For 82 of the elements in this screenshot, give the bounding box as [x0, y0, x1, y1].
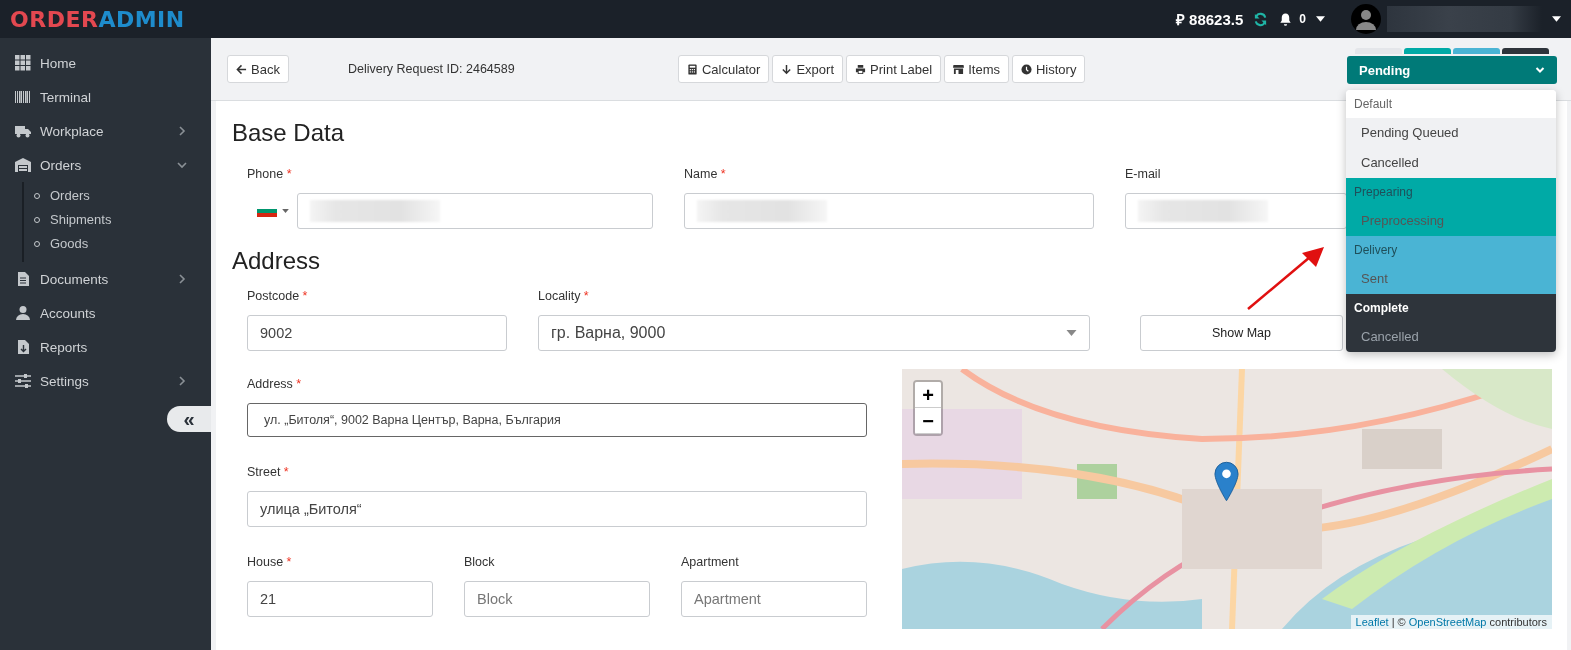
menu-item[interactable]: Pending Queued	[1346, 118, 1556, 148]
attribution-separator: | ©	[1391, 616, 1406, 628]
sidebar-item[interactable]: Orders	[0, 148, 211, 182]
user-icon	[15, 305, 31, 321]
block-field[interactable]: Block	[464, 581, 650, 617]
sidebar-subitem[interactable]: Goods	[24, 232, 211, 256]
menu-item[interactable]: Cancelled	[1346, 322, 1556, 352]
report-icon	[15, 339, 31, 355]
openstreetmap-link[interactable]: OpenStreetMap	[1408, 616, 1487, 628]
notification-count[interactable]: 0	[1299, 12, 1306, 26]
field-label: Postcode *	[247, 289, 309, 305]
email-field[interactable]	[1125, 193, 1347, 229]
sliders-icon	[15, 373, 31, 389]
section-title: Address	[232, 247, 321, 275]
warehouse-icon	[15, 157, 31, 173]
locality-select[interactable]: гр. Варна, 9000	[538, 315, 1090, 351]
street-field[interactable]: улица „Битоля“	[247, 491, 867, 527]
truck-icon	[15, 123, 31, 139]
address-field[interactable]: ул. „Битоля“, 9002 Варна Център, Варна, България	[247, 403, 867, 437]
document-icon	[15, 271, 31, 287]
zoom-out-button[interactable]: −	[915, 408, 941, 434]
back-button[interactable]: Back	[227, 55, 289, 83]
items-button[interactable]: Items	[944, 55, 1009, 83]
menu-group-header: Complete	[1353, 300, 1410, 317]
map-pin-icon[interactable]	[1214, 461, 1239, 502]
sidebar-item[interactable]: Home	[0, 46, 211, 80]
show-map-button[interactable]: Show Map	[1140, 315, 1343, 351]
chevron-down-icon	[1535, 66, 1545, 74]
caret-icon[interactable]	[1552, 16, 1561, 22]
arrow-left-icon	[236, 63, 247, 75]
store-icon	[953, 63, 965, 75]
menu-group-header: Prepearing	[1353, 184, 1414, 201]
house-field[interactable]: 21	[247, 581, 433, 617]
status-dropdown[interactable]: Pending	[1347, 56, 1557, 84]
print-label-button[interactable]: Print Label	[846, 55, 942, 83]
avatar-icon[interactable]	[1351, 4, 1381, 34]
phone-field[interactable]	[297, 193, 653, 229]
field-label: Name *	[684, 167, 727, 183]
field-label: Locality *	[538, 289, 590, 305]
sidebar-item[interactable]: Reports	[0, 330, 211, 364]
refresh-icon[interactable]	[1253, 11, 1269, 27]
menu-group-header: Delivery	[1353, 242, 1399, 259]
sidebar-item[interactable]: Accounts	[0, 296, 211, 330]
calculator-button[interactable]: Calculator	[677, 55, 770, 83]
clock-icon	[1020, 63, 1032, 75]
attribution-text: contributors	[1489, 616, 1547, 628]
barcode-icon	[15, 89, 31, 105]
caret-icon	[282, 209, 289, 213]
sidebar-item[interactable]: Documents	[0, 262, 211, 296]
request-id: Delivery Request ID: 2464589	[347, 62, 516, 76]
name-field[interactable]	[684, 193, 1094, 229]
map[interactable]: + − Leaflet | © OpenStreetMap contributors	[902, 369, 1552, 629]
grid-icon	[15, 55, 31, 71]
history-button[interactable]: History	[1011, 55, 1086, 83]
field-label: Address *	[247, 377, 303, 393]
calculator-icon	[686, 63, 698, 75]
sidebar-item[interactable]: Workplace	[0, 114, 211, 148]
field-label: Apartment	[681, 555, 740, 571]
export-button[interactable]: Export	[772, 55, 843, 83]
section-title: Base Data	[232, 119, 345, 147]
collapse-sidebar-button[interactable]: «	[167, 406, 211, 432]
sidebar-item[interactable]: Terminal	[0, 80, 211, 114]
postcode-field[interactable]: 9002	[247, 315, 507, 351]
sidebar-subitem[interactable]: Orders	[24, 184, 211, 208]
leaflet-link[interactable]: Leaflet	[1355, 616, 1389, 628]
arrow-down-icon	[781, 63, 793, 75]
field-label: House *	[247, 555, 293, 571]
caret-icon	[1066, 330, 1077, 336]
caret-icon[interactable]	[1316, 16, 1325, 22]
zoom-in-button[interactable]: +	[915, 382, 941, 408]
sidebar-item[interactable]: Settings	[0, 364, 211, 398]
field-label: E-mail	[1125, 167, 1162, 183]
field-label: Street *	[247, 465, 290, 481]
field-label: Block	[464, 555, 496, 571]
sidebar-subitem[interactable]: Shipments	[24, 208, 211, 232]
apartment-field[interactable]: Apartment	[681, 581, 867, 617]
logo[interactable]: ORDERADMIN	[10, 6, 185, 32]
balance: ₽ 88623.5	[1175, 10, 1244, 29]
menu-group-header: Default	[1353, 96, 1394, 113]
printer-icon	[855, 63, 866, 75]
field-label: Phone *	[247, 167, 293, 183]
menu-item[interactable]: Cancelled	[1346, 148, 1556, 178]
